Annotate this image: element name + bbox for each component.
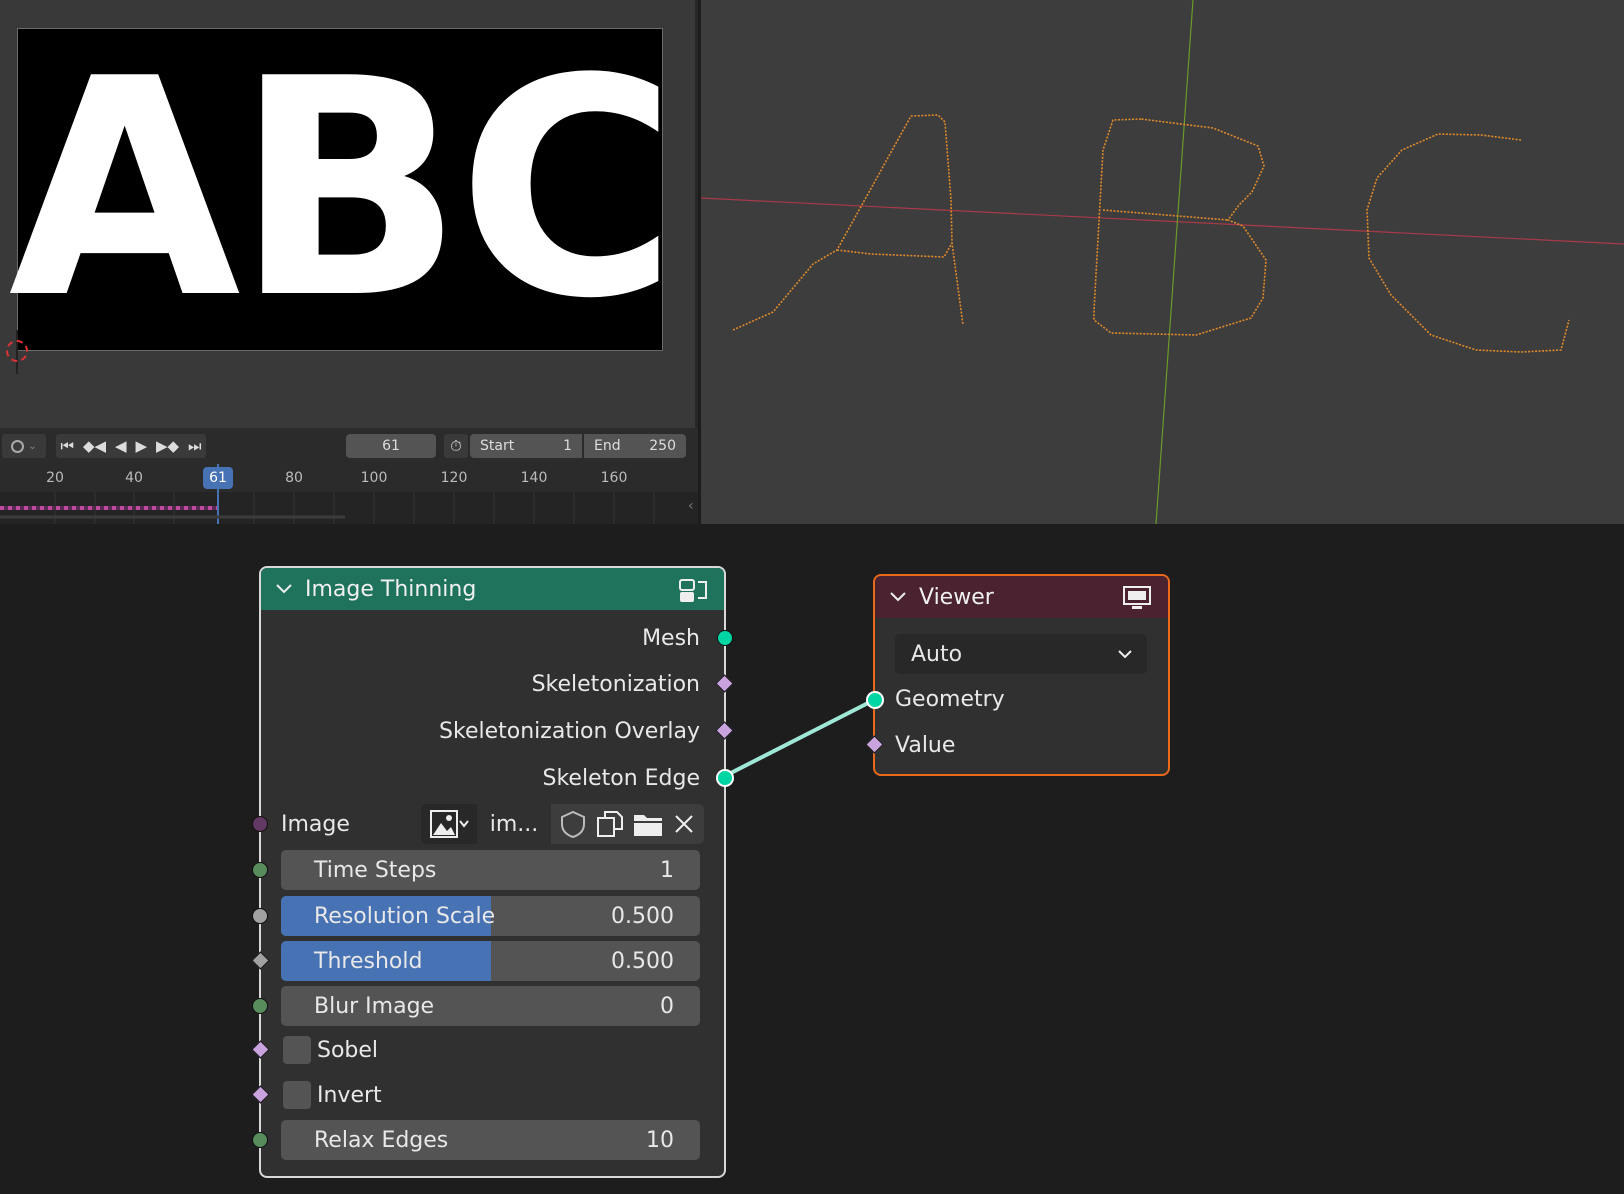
output-skeleton-edge: Skeleton Edge bbox=[261, 758, 734, 798]
node-header[interactable]: Viewer bbox=[875, 576, 1168, 618]
integer-socket-icon[interactable] bbox=[252, 862, 268, 878]
image-name-field[interactable]: im... bbox=[477, 804, 551, 844]
image-thinning-node[interactable]: Image Thinning Mesh Skeletonization Skel… bbox=[251, 566, 734, 1178]
input-blur-image: Blur Image 0 bbox=[252, 986, 724, 1026]
domain-dropdown[interactable]: Auto bbox=[895, 634, 1147, 674]
ruler-tick: 160 bbox=[600, 470, 628, 486]
play-icon[interactable]: ▶ bbox=[135, 437, 147, 455]
time-steps-field[interactable]: Time Steps 1 bbox=[281, 850, 700, 890]
output-mesh: Mesh bbox=[261, 618, 733, 658]
node-links bbox=[722, 698, 875, 779]
current-frame-field[interactable]: 61 bbox=[346, 434, 436, 458]
image-browse-button[interactable] bbox=[421, 804, 477, 844]
folder-icon[interactable] bbox=[632, 809, 664, 839]
3d-viewport[interactable] bbox=[700, 0, 1624, 525]
svg-text:‹: ‹ bbox=[688, 498, 694, 514]
next-keyframe-icon[interactable]: ▶◆ bbox=[156, 437, 179, 455]
chevron-down-icon: ⌄ bbox=[28, 440, 37, 452]
ruler-tick: 40 bbox=[125, 470, 143, 486]
ruler-tick: 80 bbox=[285, 470, 303, 486]
float-socket-icon[interactable] bbox=[252, 908, 268, 924]
skeleton-curves bbox=[732, 114, 1570, 353]
timeline-header: ⌄ ⏮ ◆◀ ◀ ▶ ▶◆ ⏭ 61 ⏱ Start 1 End 250 bbox=[0, 428, 698, 464]
geometry-socket-icon[interactable] bbox=[866, 691, 884, 709]
start-frame-field[interactable]: Start 1 bbox=[470, 434, 582, 458]
jump-start-icon[interactable]: ⏮ bbox=[60, 437, 74, 455]
geometry-socket-icon[interactable] bbox=[717, 630, 733, 646]
input-invert: Invert bbox=[251, 1075, 724, 1115]
skeleton-letter-a bbox=[732, 114, 964, 331]
timeline-track[interactable]: ‹ bbox=[0, 464, 698, 524]
timeline-gridlines: ‹ bbox=[0, 492, 694, 524]
image-editor-area: ABC bbox=[0, 0, 698, 428]
jump-end-icon[interactable]: ⏭ bbox=[188, 437, 202, 455]
timeline-ruler[interactable]: 20 40 61 80 100 120 140 160 bbox=[0, 464, 698, 492]
invert-checkbox[interactable] bbox=[283, 1081, 311, 1109]
input-geometry: Geometry bbox=[866, 679, 1168, 719]
close-icon[interactable] bbox=[672, 812, 696, 836]
timeline-area: ⌄ ⏮ ◆◀ ◀ ▶ ▶◆ ⏭ 61 ⏱ Start 1 End 250 20 … bbox=[0, 428, 698, 524]
integer-socket-icon[interactable] bbox=[252, 998, 268, 1014]
monitor-icon[interactable] bbox=[1122, 585, 1152, 611]
keying-dropdown[interactable]: ⌄ bbox=[2, 434, 46, 458]
ruler-tick: 140 bbox=[520, 470, 548, 486]
ruler-tick: 120 bbox=[440, 470, 468, 486]
play-reverse-icon[interactable]: ◀ bbox=[115, 437, 127, 455]
ruler-tick: 20 bbox=[46, 470, 64, 486]
ruler-tick: 100 bbox=[360, 470, 388, 486]
2d-cursor-icon[interactable] bbox=[6, 340, 28, 362]
playback-controls: ⏮ ◆◀ ◀ ▶ ▶◆ ⏭ bbox=[56, 434, 206, 458]
output-skeletonization: Skeletonization bbox=[261, 664, 734, 704]
skeleton-letter-a-bar bbox=[836, 242, 953, 258]
node-group-icon[interactable] bbox=[678, 576, 710, 604]
node-editor-area[interactable]: Image Thinning Mesh Skeletonization Skel… bbox=[0, 527, 1624, 1194]
chevron-down-icon[interactable] bbox=[887, 586, 909, 608]
input-sobel: Sobel bbox=[251, 1030, 724, 1070]
y-axis-line bbox=[1155, 0, 1194, 525]
input-time-steps: Time Steps 1 bbox=[252, 850, 724, 890]
image-icon bbox=[430, 810, 469, 838]
threshold-slider[interactable]: Threshold 0.500 bbox=[281, 941, 700, 981]
prev-keyframe-icon[interactable]: ◆◀ bbox=[83, 437, 106, 455]
skeleton-letter-b bbox=[1093, 118, 1267, 336]
image-socket-icon[interactable] bbox=[252, 816, 268, 832]
viewer-node[interactable]: Viewer Auto Geometry Value bbox=[865, 574, 1170, 776]
integer-socket-icon[interactable] bbox=[252, 1132, 268, 1148]
image-content-text: ABC bbox=[8, 14, 678, 364]
skeleton-letter-c bbox=[1366, 133, 1570, 353]
input-resolution-scale: Resolution Scale 0.500 bbox=[252, 896, 724, 936]
fake-user-shield-icon[interactable] bbox=[559, 809, 587, 839]
input-image: Image im... bbox=[252, 804, 724, 844]
x-axis-line bbox=[700, 197, 1624, 245]
input-value: Value bbox=[865, 725, 1168, 765]
relax-edges-field[interactable]: Relax Edges 10 bbox=[281, 1120, 700, 1160]
record-icon bbox=[11, 439, 25, 453]
output-skeletonization-overlay: Skeletonization Overlay bbox=[261, 711, 734, 751]
link-skeleton-edge-to-geometry bbox=[722, 698, 875, 779]
input-threshold: Threshold 0.500 bbox=[251, 941, 724, 981]
chevron-down-icon bbox=[1118, 650, 1132, 659]
geometry-socket-icon[interactable] bbox=[716, 769, 734, 787]
end-frame-field[interactable]: End 250 bbox=[584, 434, 686, 458]
chevron-down-icon[interactable] bbox=[273, 578, 295, 600]
viewport-drawing bbox=[700, 0, 1624, 525]
input-relax-edges: Relax Edges 10 bbox=[252, 1120, 724, 1160]
node-header[interactable]: Image Thinning bbox=[261, 568, 724, 610]
stopwatch-icon[interactable]: ⏱ bbox=[444, 434, 468, 458]
image-selector: im... bbox=[421, 804, 704, 844]
duplicate-icon[interactable] bbox=[595, 809, 625, 839]
node-title: Image Thinning bbox=[305, 576, 477, 602]
blur-image-field[interactable]: Blur Image 0 bbox=[281, 986, 700, 1026]
node-title: Viewer bbox=[919, 584, 994, 610]
image-canvas[interactable]: ABC bbox=[8, 14, 678, 364]
resolution-scale-slider[interactable]: Resolution Scale 0.500 bbox=[281, 896, 700, 936]
sobel-checkbox[interactable] bbox=[283, 1036, 311, 1064]
